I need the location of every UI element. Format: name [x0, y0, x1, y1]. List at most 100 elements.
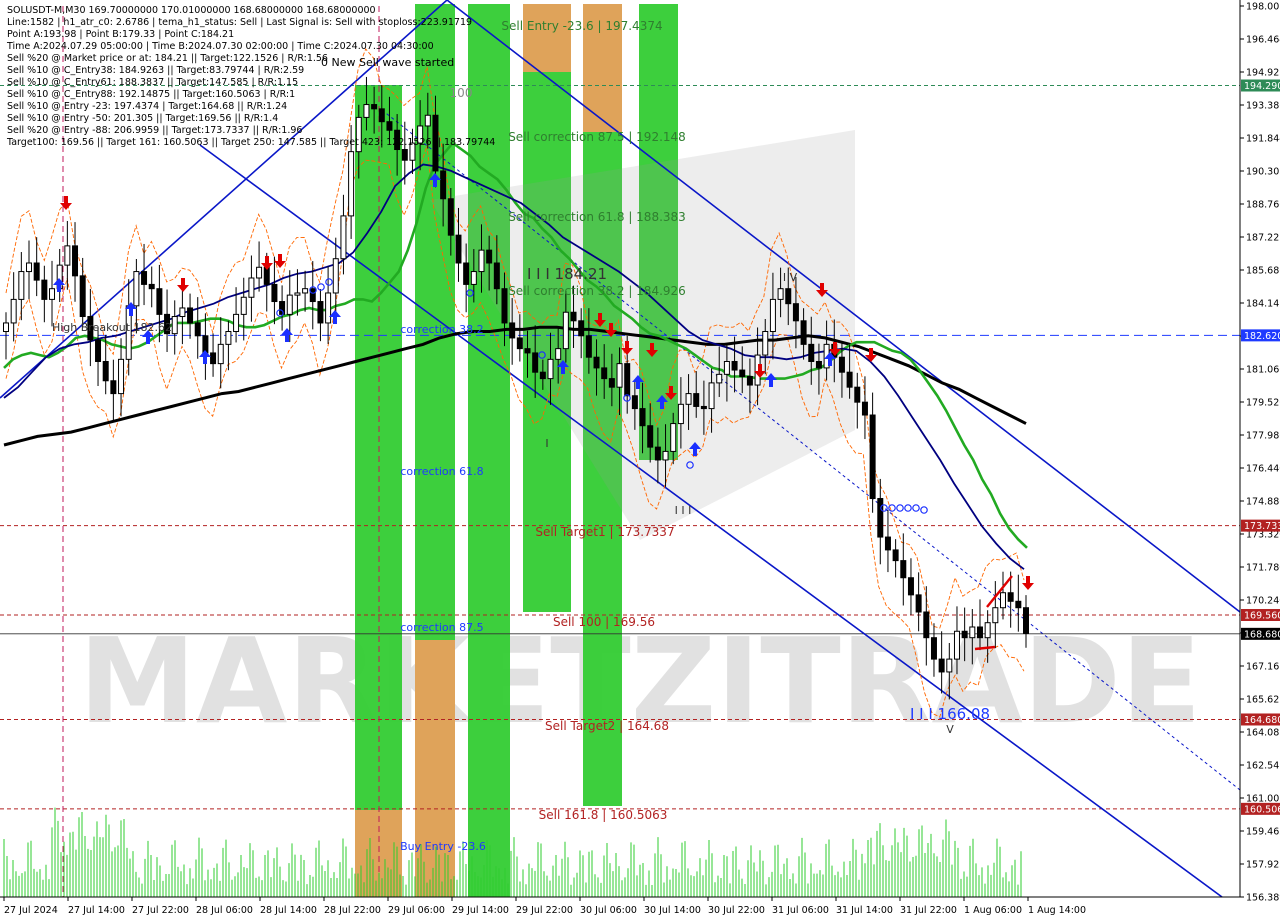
wave-status-label: 0 New Sell wave started — [321, 56, 454, 69]
candle-body — [102, 360, 109, 382]
candle-body — [171, 316, 178, 335]
candle-body — [148, 283, 155, 290]
candle-body — [854, 386, 861, 403]
y-tick-label: 181.066 — [1246, 365, 1280, 376]
zone-label: High Breakout 182.62 — [52, 321, 172, 334]
info-line: Sell %20 @ Market price or at: 184.21 ||… — [7, 53, 328, 64]
candle-body — [999, 592, 1006, 609]
candle-body — [624, 363, 631, 397]
candle-body — [593, 356, 600, 369]
y-tick-label: 164.081 — [1246, 728, 1280, 739]
x-tick-label: 29 Jul 22:00 — [516, 905, 573, 916]
info-line: Sell %10 @ Entry -50: 201.305 || Target:… — [7, 113, 278, 124]
candle-body — [800, 320, 807, 345]
candle-body — [961, 630, 968, 639]
candle-body — [762, 331, 769, 356]
candle-body — [49, 288, 56, 300]
x-tick-label: 28 Jul 22:00 — [324, 905, 381, 916]
zone-label: I — [545, 437, 548, 450]
candle-body — [953, 630, 960, 660]
y-tick-label: 171.780 — [1246, 563, 1280, 574]
x-tick-label: 30 Jul 22:00 — [708, 905, 765, 916]
info-line: Time A:2024.07.29 05:00:00 | Time B:2024… — [6, 41, 434, 52]
candle-body — [900, 560, 907, 579]
price-chart[interactable]: MARKETZITRADE Sell Entry -23.6 | 197.437… — [0, 0, 1280, 920]
zone-label: 100 — [450, 86, 473, 100]
y-tick-label: 174.886 — [1246, 497, 1280, 508]
candle-body — [769, 298, 776, 333]
zone-label: I I I 184.21 — [527, 265, 607, 283]
y-tick-label: 167.161 — [1246, 662, 1280, 673]
candle-body — [792, 303, 799, 322]
candle-body — [524, 348, 531, 354]
candle-body — [141, 271, 148, 285]
candle-body — [693, 393, 700, 407]
candle-body — [562, 311, 569, 350]
y-tick-label: 188.766 — [1246, 200, 1280, 211]
candle-body — [846, 371, 853, 388]
candle-body — [118, 358, 125, 395]
candle-body — [877, 498, 884, 538]
zone-label: correction 87.5 — [400, 621, 483, 634]
candle-body — [156, 288, 163, 315]
candle-body — [110, 380, 117, 395]
candle-body — [547, 358, 554, 380]
candle-body — [723, 360, 730, 375]
price-tag-label: 173.733 — [1244, 521, 1280, 532]
candle-body — [317, 301, 324, 324]
candle-body — [271, 283, 278, 303]
price-tag-label: 160.506 — [1244, 804, 1280, 815]
candle-body — [923, 611, 930, 639]
candle-body — [946, 658, 953, 673]
x-tick-label: 28 Jul 14:00 — [260, 905, 317, 916]
candle-body — [386, 121, 393, 131]
zone-label: I I I 166.08 — [910, 705, 990, 723]
zone-label: Buy Entry -23.6 — [400, 840, 486, 853]
y-tick-label: 196.464 — [1246, 35, 1280, 46]
candle-body — [378, 108, 385, 123]
y-tick-label: 194.925 — [1246, 68, 1280, 79]
candle-body — [501, 288, 508, 324]
info-line: Sell %10 @ C_Entry38: 184.9263 || Target… — [7, 65, 304, 76]
candle-body — [363, 104, 370, 118]
candle-body — [26, 262, 33, 273]
candle-body — [555, 348, 562, 360]
candle-body — [670, 423, 677, 452]
candle-body — [992, 607, 999, 624]
candle-body — [325, 292, 332, 324]
candle-body — [256, 266, 263, 279]
candle-body — [233, 313, 240, 333]
candle-body — [18, 271, 25, 300]
level-label: Sell 161.8 | 160.5063 — [539, 808, 668, 822]
zone-label: Sell correction 61.8 | 188.383 — [508, 210, 686, 224]
y-tick-label: 170.240 — [1246, 596, 1280, 607]
candle-body — [570, 311, 577, 322]
y-tick-label: 157.923 — [1246, 860, 1280, 871]
candle-body — [509, 322, 516, 339]
candle-body — [708, 382, 715, 410]
x-tick-label: 30 Jul 14:00 — [644, 905, 701, 916]
candle-body — [1007, 592, 1014, 602]
candle-body — [41, 279, 48, 300]
x-tick-label: 31 Jul 22:00 — [900, 905, 957, 916]
info-line: SOLUSDT-M,M30 169.70000000 170.01000000 … — [7, 5, 376, 16]
y-tick-label: 156.389 — [1246, 893, 1280, 904]
info-line: Sell %20 @ Entry -88: 206.9959 || Target… — [7, 125, 302, 136]
y-tick-label: 159.462 — [1246, 827, 1280, 838]
candle-body — [608, 378, 615, 388]
candle-body — [240, 296, 247, 315]
price-tag-label: 182.620 — [1244, 331, 1280, 342]
y-tick-label: 176.440 — [1246, 464, 1280, 475]
candle-body — [677, 403, 684, 425]
candle-body — [578, 320, 585, 337]
candle-body — [892, 549, 899, 562]
zone-label: Sell correction 87.5 | 192.148 — [508, 130, 686, 144]
candle-body — [654, 446, 661, 461]
candle-body — [210, 352, 217, 365]
candle-body — [10, 298, 17, 324]
candle-body — [302, 288, 309, 294]
info-line: Target100: 169.56 || Target 161: 160.506… — [6, 137, 495, 148]
info-line: Sell %10 @ Entry -23: 197.4374 | Target:… — [7, 101, 287, 112]
level-label: Sell 100 | 169.56 — [553, 615, 655, 629]
candle-body — [539, 371, 546, 380]
